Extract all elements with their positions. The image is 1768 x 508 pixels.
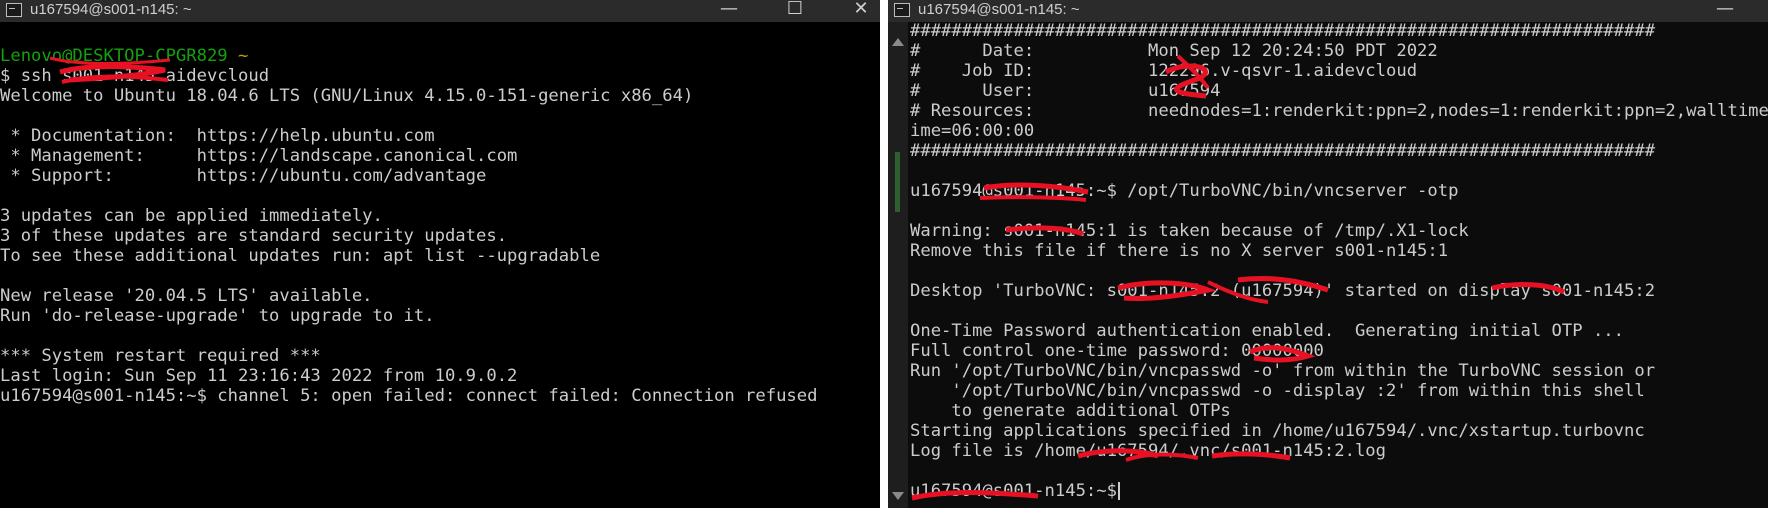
redaction-marks [911, 54, 1566, 501]
redaction-marks [49, 56, 171, 84]
window-divider [880, 0, 888, 508]
left-terminal-window[interactable]: u167594@s001-n145: ~ — ☐ ✕ Lenovo@DESKTO… [0, 0, 880, 508]
right-terminal-window[interactable]: u167594@s001-n145: ~ — #################… [888, 0, 1768, 508]
